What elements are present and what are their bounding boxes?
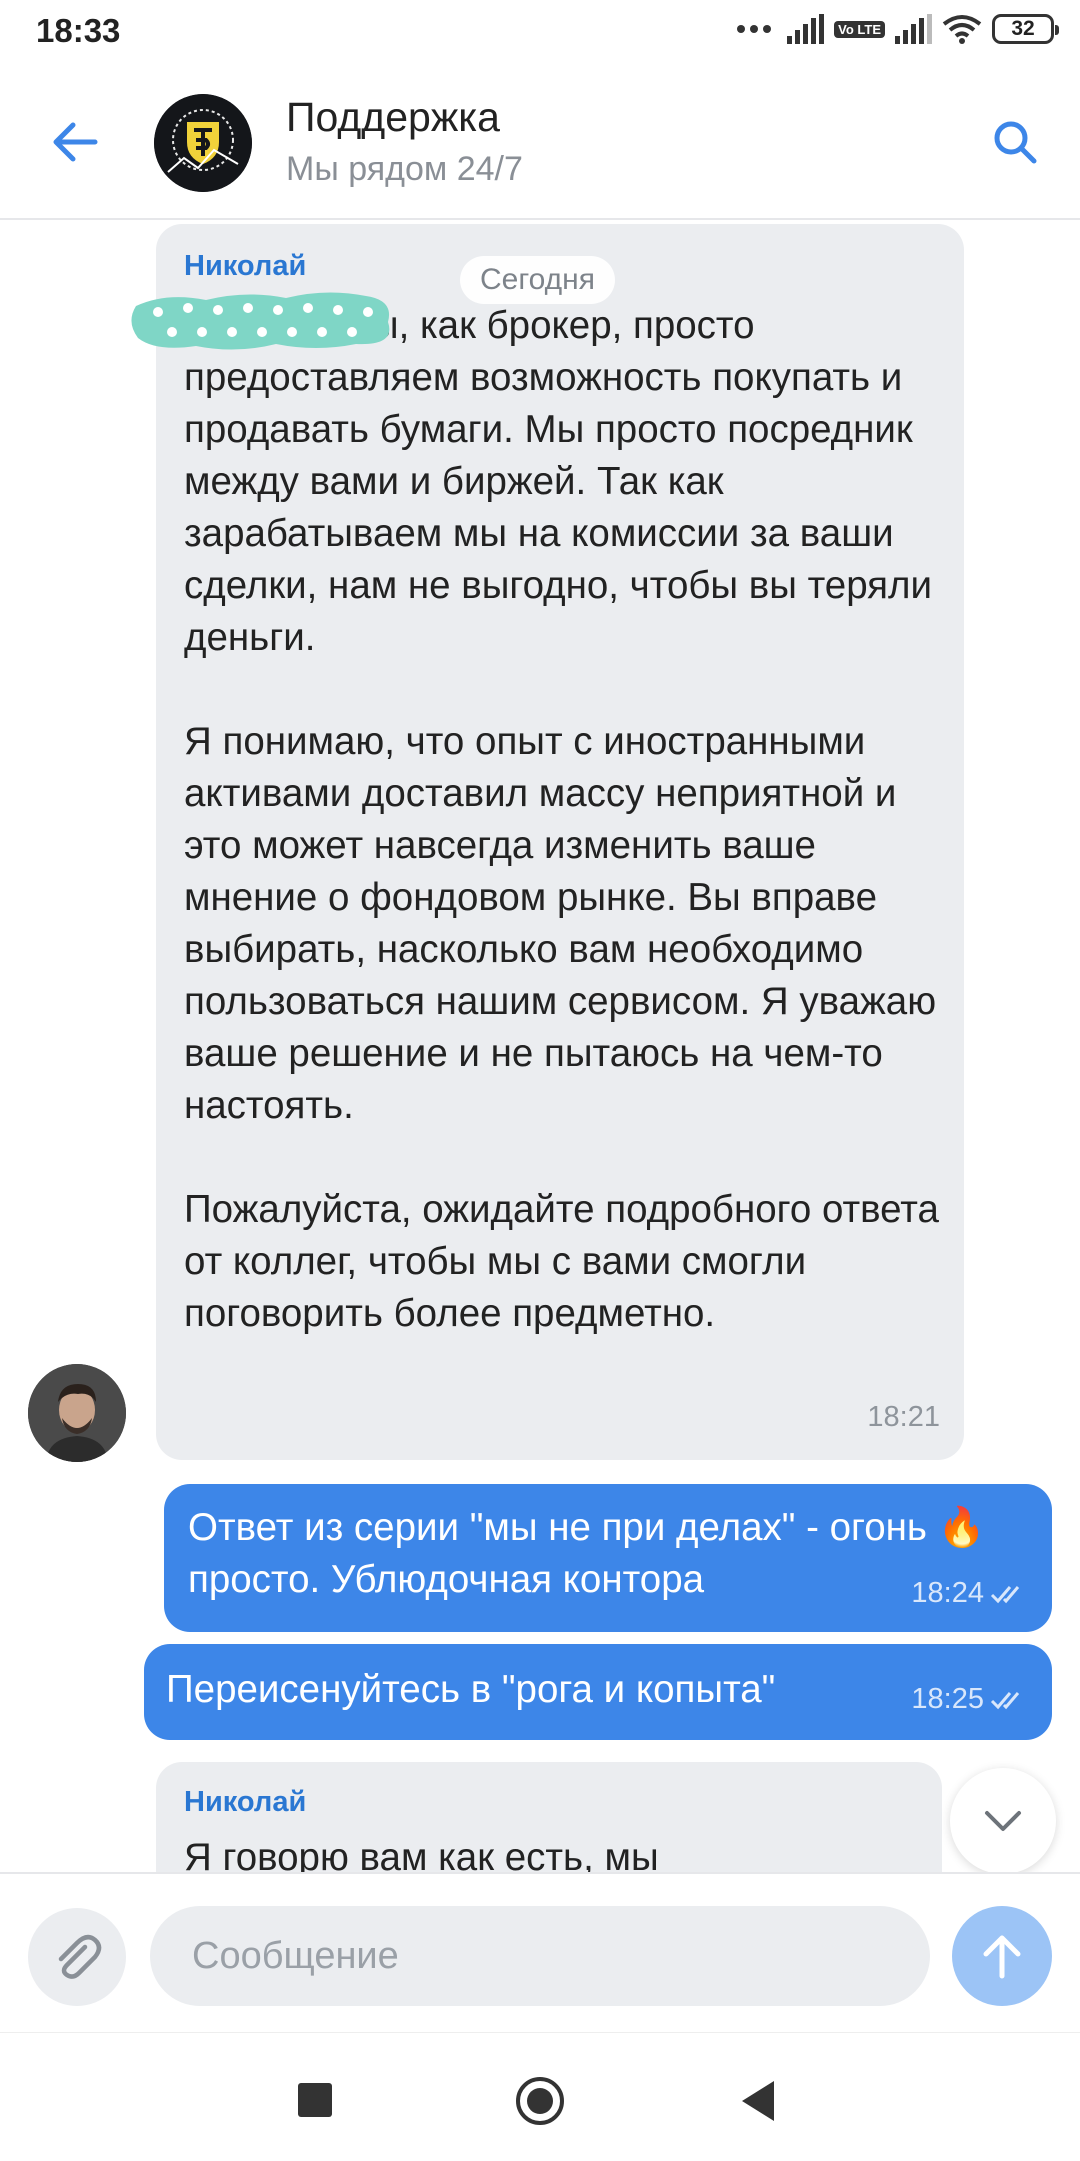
signal-icon: [787, 14, 825, 44]
double-check-icon: [990, 1585, 1020, 1603]
back-button[interactable]: [40, 110, 110, 174]
scroll-down-button[interactable]: [950, 1768, 1056, 1872]
status-icons: Vo LTE 32: [737, 14, 1059, 44]
home-button[interactable]: [516, 2077, 564, 2125]
redaction-mark: [131, 292, 390, 350]
volte-icon: Vo LTE: [834, 20, 885, 38]
battery-icon: 32: [992, 14, 1059, 44]
message-bubble-outgoing[interactable]: Переисенуйтесь в "рога и копыта" 18:25: [144, 1644, 1052, 1740]
message-time: 18:24: [911, 1577, 1028, 1610]
attach-button[interactable]: [28, 1908, 126, 2006]
message-bubble-incoming[interactable]: Николай мы, как брокер, просто предостав…: [156, 224, 964, 1460]
bank-logo-icon: [154, 94, 252, 192]
message-input[interactable]: [150, 1906, 930, 2006]
message-time-label: 18:24: [911, 1577, 984, 1609]
chevron-down-icon: [985, 1811, 1021, 1831]
status-bar: 18:33 Vo LTE 32: [0, 0, 1080, 66]
chat-title: Поддержка: [286, 94, 500, 140]
signal-icon: [895, 14, 932, 44]
wifi-icon: [942, 15, 982, 44]
message-time: 18:25: [911, 1683, 1028, 1716]
search-button[interactable]: [980, 110, 1050, 174]
message-bubble-outgoing[interactable]: Ответ из серии "мы не при делах" - огонь…: [164, 1484, 1052, 1632]
chat-subtitle: Мы рядом 24/7: [286, 150, 523, 188]
system-back-button[interactable]: [742, 2081, 774, 2121]
status-time: 18:33: [36, 12, 121, 49]
search-icon: [994, 121, 1037, 164]
avatar[interactable]: [154, 94, 252, 192]
message-composer: [0, 1872, 1080, 2034]
dots-icon: [737, 25, 772, 33]
system-nav-bar: [0, 2032, 1080, 2161]
sender-avatar[interactable]: [28, 1364, 126, 1462]
arrow-up-icon: [983, 1935, 1021, 1979]
person-avatar-icon: [28, 1364, 126, 1462]
sender-name[interactable]: Николай: [184, 250, 306, 283]
message-list[interactable]: Николай мы, как брокер, просто предостав…: [0, 220, 1080, 1872]
date-separator: Сегодня: [460, 256, 615, 304]
message-text: мы, как брокер, просто предоставляем воз…: [184, 304, 939, 1335]
message-text: Я говорю вам как есть, мы: [184, 1836, 659, 1872]
message-bubble-incoming[interactable]: Николай Я говорю вам как есть, мы: [156, 1762, 942, 1872]
chat-header: Поддержка Мы рядом 24/7: [0, 66, 1080, 220]
send-button[interactable]: [952, 1906, 1052, 2006]
message-time-label: 18:25: [911, 1683, 984, 1715]
double-check-icon: [990, 1691, 1020, 1709]
recents-button[interactable]: [298, 2083, 332, 2117]
message-time: 18:21: [867, 1401, 940, 1433]
paperclip-icon: [58, 1934, 102, 1979]
sender-name[interactable]: Николай: [184, 1786, 306, 1819]
arrow-left-icon: [53, 122, 98, 162]
